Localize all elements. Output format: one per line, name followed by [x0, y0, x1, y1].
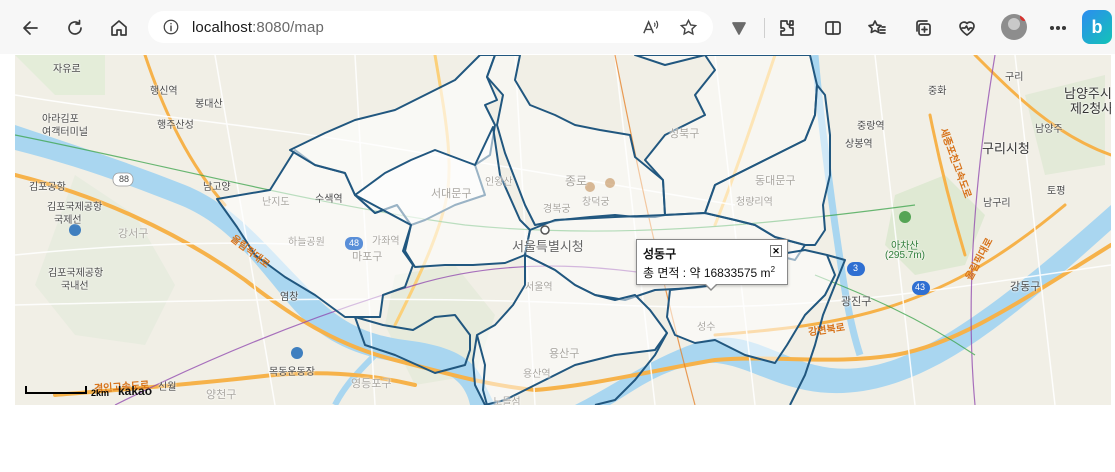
url-host: localhost	[192, 18, 253, 36]
map-label: 경복궁	[543, 204, 571, 215]
map-label: 신월	[158, 382, 177, 393]
map-label: 행주산성	[157, 120, 194, 131]
home-icon[interactable]	[104, 13, 134, 43]
map-label: 수색역	[315, 194, 343, 205]
address-bar[interactable]: localhost:8080/map	[148, 11, 713, 43]
route-shield-label: 88	[119, 174, 130, 184]
kakao-map[interactable]: 자유로 행신역 봉대산 행주산성 아라김포 여객터미널 김포공항 88 남고양 …	[15, 55, 1111, 405]
map-label: 행신역	[150, 86, 178, 97]
map-label: 창덕궁	[582, 197, 610, 208]
map-label: 중화	[928, 86, 947, 97]
info-window-area: 총 면적 : 약 16833575 m2	[643, 264, 775, 281]
map-label: 자유로	[53, 64, 81, 75]
district-label: 영등포구	[351, 378, 392, 390]
district-label: 서대문구	[431, 188, 472, 200]
map-label: 김포공항	[29, 182, 66, 193]
map-label: 청량리역	[736, 197, 773, 208]
district-info-window: 성동구 ✕ 총 면적 : 약 16833575 m2	[636, 239, 788, 291]
district-label: 성북구	[669, 128, 700, 140]
reload-icon[interactable]	[60, 13, 90, 43]
map-label: 성수	[697, 322, 716, 333]
map-label: 국제선	[54, 215, 82, 226]
url-path: :8080/map	[252, 18, 324, 36]
map-label: 용산역	[523, 369, 551, 380]
kakao-logo: kakao	[118, 384, 153, 398]
district-label: 종로	[565, 174, 588, 188]
district-label: 마포구	[352, 251, 383, 263]
district-label: 광진구	[841, 296, 872, 308]
read-aloud-icon[interactable]	[638, 15, 662, 39]
area-unit-superscript: 2	[770, 265, 776, 274]
district-label: 용산구	[549, 348, 580, 360]
map-label: 노들섬	[493, 397, 521, 405]
url-text: localhost:8080/map	[192, 19, 324, 36]
map-label: 여객터미널	[42, 127, 88, 138]
map-label: 상봉역	[845, 139, 873, 150]
browser-essentials-icon[interactable]	[952, 13, 982, 43]
district-label: 동대문구	[755, 175, 796, 187]
district-label: 양천구	[206, 389, 237, 401]
scale-label: 2km	[91, 388, 110, 398]
map-label: 난지도	[262, 197, 290, 208]
notification-dot	[1020, 14, 1027, 21]
vpn-shield-icon[interactable]	[724, 13, 754, 43]
map-label: 중랑역	[857, 121, 885, 132]
map-label: (295.7m)	[885, 250, 926, 261]
map-label: 남양주	[1035, 124, 1063, 135]
close-icon[interactable]: ✕	[770, 245, 782, 257]
map-label: 국내선	[61, 281, 89, 292]
district-label: 강동구	[1010, 281, 1041, 293]
route-shield-label: 48	[349, 238, 360, 248]
map-label: 인왕산	[485, 177, 513, 188]
route-shield-label: 3	[853, 263, 859, 273]
extensions-icon[interactable]	[772, 13, 802, 43]
browser-toolbar: localhost:8080/map b	[0, 0, 1115, 54]
favorites-icon[interactable]	[862, 13, 892, 43]
map-label: 봉대산	[195, 99, 223, 110]
map-label: 남고양	[203, 182, 231, 193]
bing-copilot-icon[interactable]: b	[1082, 10, 1112, 44]
favorite-star-icon[interactable]	[676, 15, 700, 39]
district-label: 강서구	[118, 228, 149, 240]
map-label: 구리	[1005, 72, 1024, 83]
info-window-pointer	[705, 284, 717, 291]
map-label: 서울역	[525, 282, 553, 293]
map-label: 남구리	[983, 198, 1011, 209]
split-screen-icon[interactable]	[818, 13, 848, 43]
route-shield-label: 43	[915, 282, 926, 292]
map-label: 서울특별시청	[512, 239, 584, 254]
map-label: 염창	[280, 292, 299, 303]
map-label: 제2청사	[1070, 101, 1111, 116]
back-icon[interactable]	[16, 13, 46, 43]
map-label: 목동운동장	[269, 367, 315, 378]
map-label: 토평	[1047, 186, 1066, 197]
profile-avatar[interactable]	[1001, 14, 1027, 40]
collections-icon[interactable]	[908, 13, 938, 43]
area-text: 총 면적 : 약 16833575 m	[643, 266, 771, 280]
map-label: 구리시청	[982, 141, 1030, 156]
map-label: 가좌역	[372, 236, 400, 247]
more-icon[interactable]	[1043, 13, 1073, 43]
scale-bar	[25, 386, 87, 394]
map-label: 하늘공원	[288, 237, 325, 248]
info-icon[interactable]	[162, 18, 180, 36]
info-window-title: 성동구	[643, 247, 677, 261]
